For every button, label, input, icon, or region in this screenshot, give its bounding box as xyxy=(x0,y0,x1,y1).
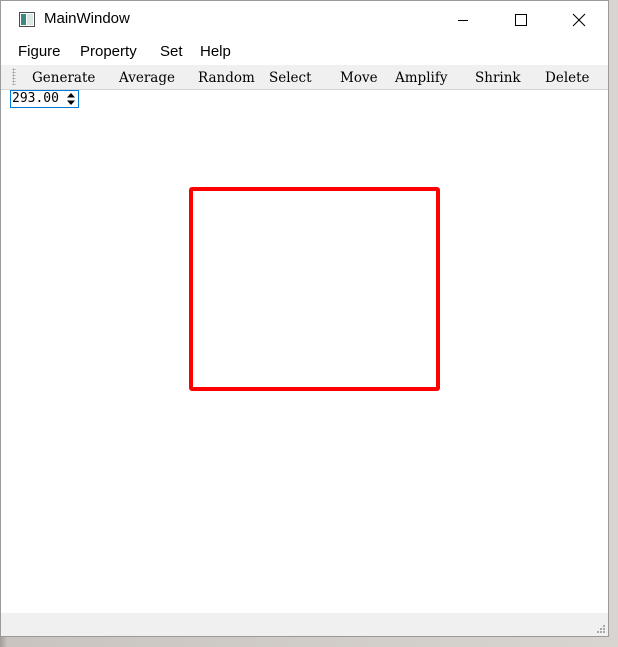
window-app-icon xyxy=(19,12,35,27)
title-bar[interactable]: MainWindow xyxy=(1,1,608,39)
menu-figure[interactable]: Figure xyxy=(18,43,61,60)
close-icon xyxy=(572,13,586,27)
menu-help[interactable]: Help xyxy=(200,43,231,60)
amplify-button[interactable]: Amplify xyxy=(395,70,447,86)
size-grip-icon[interactable] xyxy=(596,624,606,634)
red-rectangle-shape[interactable] xyxy=(189,187,440,391)
minimize-icon xyxy=(458,20,468,21)
select-button[interactable]: Select xyxy=(269,70,312,86)
spinbox-value[interactable]: 293.00 xyxy=(12,91,59,107)
generate-button[interactable]: Generate xyxy=(32,70,95,86)
maximize-icon xyxy=(515,14,527,26)
delete-button[interactable]: Delete xyxy=(545,70,590,86)
menu-bar: Figure Property Set Help xyxy=(1,40,608,64)
toolbar-grip-icon[interactable] xyxy=(12,68,16,85)
minimize-button[interactable] xyxy=(440,1,486,39)
toolbar: Generate Average Random Select Move Ampl… xyxy=(1,65,608,90)
random-button[interactable]: Random xyxy=(198,70,255,86)
spin-arrows-icon[interactable] xyxy=(65,91,77,107)
value-spinbox[interactable]: 293.00 xyxy=(10,90,79,108)
move-button[interactable]: Move xyxy=(340,70,378,86)
drawing-canvas[interactable] xyxy=(1,109,608,612)
window-title: MainWindow xyxy=(44,10,130,27)
average-button[interactable]: Average xyxy=(119,70,175,86)
shrink-button[interactable]: Shrink xyxy=(475,70,521,86)
menu-property[interactable]: Property xyxy=(80,43,137,60)
main-window: MainWindow Figure Property Set Help Gene… xyxy=(0,0,609,637)
status-bar xyxy=(1,613,608,636)
close-button[interactable] xyxy=(555,1,601,39)
maximize-button[interactable] xyxy=(497,1,543,39)
menu-set[interactable]: Set xyxy=(160,43,183,60)
